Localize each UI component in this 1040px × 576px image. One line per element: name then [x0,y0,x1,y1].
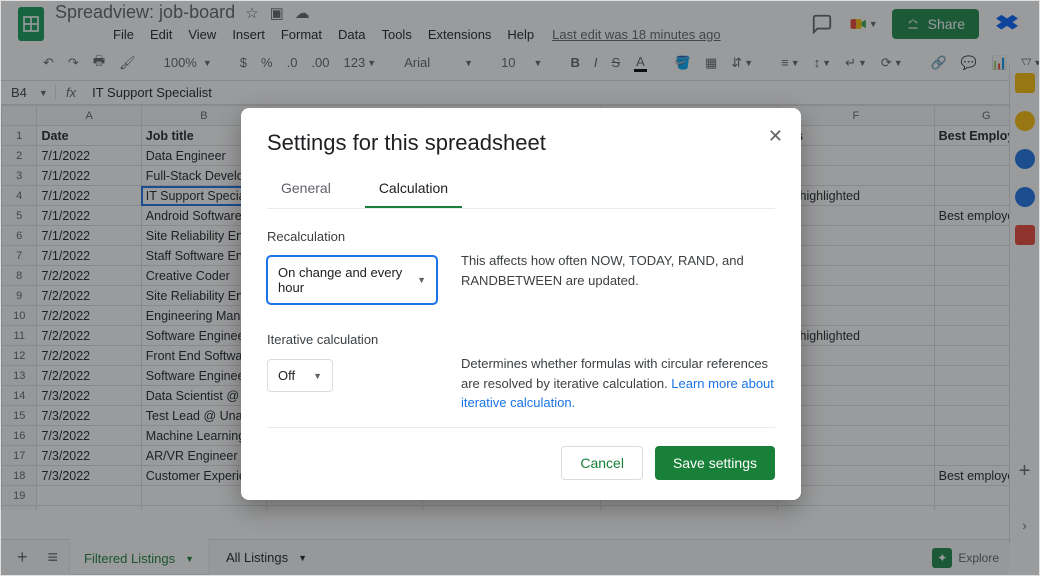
iterative-setting: Iterative calculation Off ▼ Determines w… [267,332,775,413]
save-settings-button[interactable]: Save settings [655,446,775,480]
dialog-actions: Cancel Save settings [267,446,775,480]
dialog-tabs: General Calculation [267,174,775,209]
tab-general[interactable]: General [267,174,345,208]
tab-calculation[interactable]: Calculation [365,174,462,208]
close-icon[interactable]: ✕ [768,126,783,147]
recalculation-setting: Recalculation On change and every hour ▼… [267,229,775,304]
dialog-divider [267,427,775,428]
iterative-help: Determines whether formulas with circula… [461,332,775,413]
recalculation-help: This affects how often NOW, TODAY, RAND,… [461,229,775,290]
iterative-select[interactable]: Off ▼ [267,359,333,392]
chevron-down-icon: ▼ [313,371,322,381]
settings-dialog: ✕ Settings for this spreadsheet General … [241,108,801,500]
iterative-label: Iterative calculation [267,332,437,347]
recalculation-label: Recalculation [267,229,437,244]
recalculation-select[interactable]: On change and every hour ▼ [267,256,437,304]
chevron-down-icon: ▼ [417,275,426,285]
app-window: Spreadview: job-board ☆ ▣ ☁ File Edit Vi… [0,0,1040,576]
dialog-title: Settings for this spreadsheet [267,130,775,156]
cancel-button[interactable]: Cancel [561,446,643,480]
